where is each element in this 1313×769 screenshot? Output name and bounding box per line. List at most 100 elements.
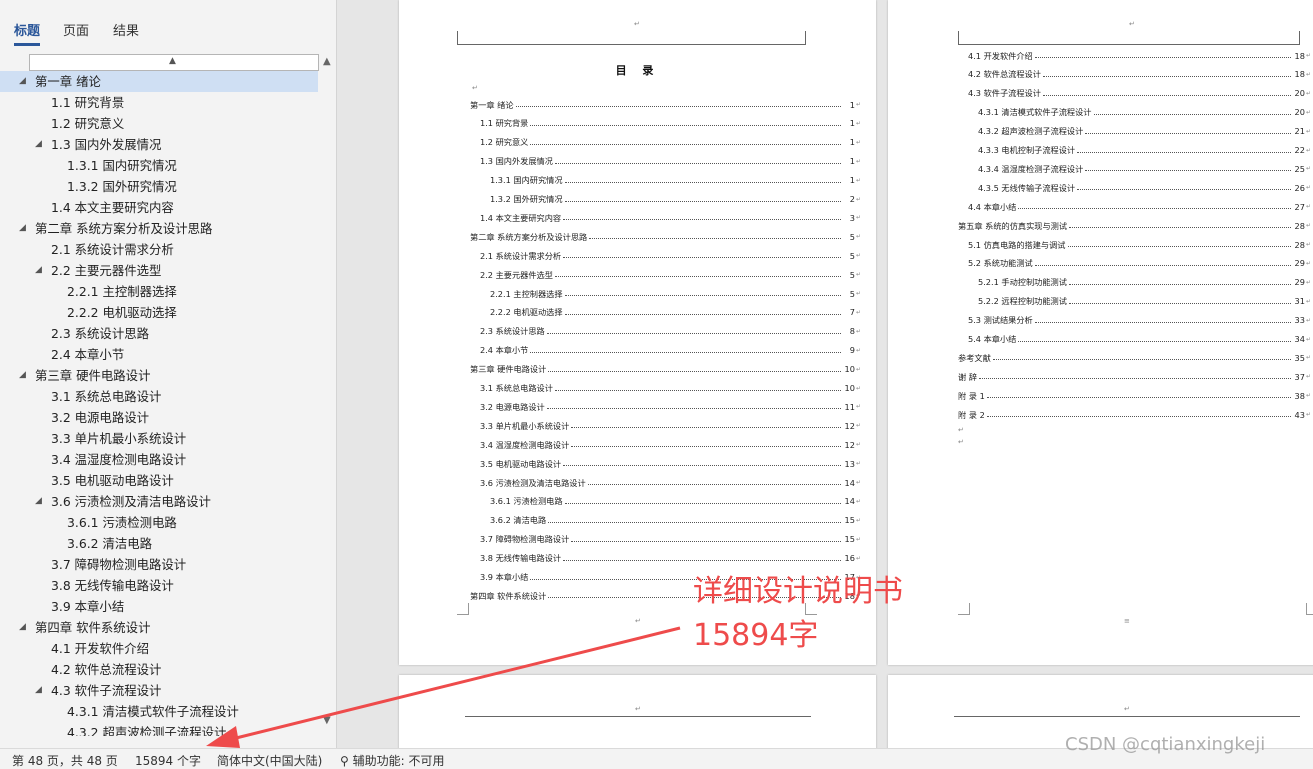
toc-entry[interactable]: 1.3 国内外发展情况 1 ↵ xyxy=(480,152,861,171)
toc-entry[interactable]: 1.1 研究背景 1 ↵ xyxy=(480,114,861,133)
word-count[interactable]: 15894 个字 xyxy=(135,752,201,769)
toc-entry[interactable]: 1.2 研究意义 1 ↵ xyxy=(480,133,861,152)
toc-entry[interactable]: 第二章 系统方案分析及设计思路 5 ↵ xyxy=(470,227,861,246)
expand-arrow-icon[interactable]: ◢ xyxy=(35,134,42,155)
toc-entry[interactable]: 3.4 温湿度检测电路设计 12 ↵ xyxy=(480,435,861,454)
nav-heading-item[interactable]: 4.1 开发软件介绍 xyxy=(0,638,320,659)
nav-heading-item[interactable]: 3.9 本章小结 xyxy=(0,596,320,617)
nav-heading-item[interactable]: ◢ 第一章 绪论 xyxy=(0,71,318,92)
toc-entry[interactable]: 4.3.5 无线传输子流程设计 26 ↵ xyxy=(978,178,1311,197)
nav-heading-item[interactable]: 1.4 本文主要研究内容 xyxy=(0,197,320,218)
toc-entry[interactable]: 3.5 电机驱动电路设计 13 ↵ xyxy=(480,454,861,473)
nav-heading-item[interactable]: 2.1 系统设计需求分析 xyxy=(0,239,320,260)
nav-heading-item[interactable]: ◢ 第二章 系统方案分析及设计思路 xyxy=(0,218,320,239)
toc-entry[interactable]: 3.1 系统总电路设计 10 ↵ xyxy=(480,379,861,398)
nav-heading-item[interactable]: 1.3.1 国内研究情况 xyxy=(0,155,320,176)
collapse-all-button[interactable]: ▲ xyxy=(29,54,319,71)
toc-entry[interactable]: 第三章 硬件电路设计 10 ↵ xyxy=(470,360,861,379)
expand-arrow-icon[interactable]: ◢ xyxy=(35,491,42,512)
toc-entry[interactable]: 4.3.1 清洁模式软件子流程设计 20 ↵ xyxy=(978,103,1311,122)
accessibility-status[interactable]: ⚲ 辅助功能: 不可用 xyxy=(340,752,444,769)
nav-heading-item[interactable]: 3.6.1 污渍检测电路 xyxy=(0,512,320,533)
nav-heading-item[interactable]: ◢ 第四章 软件系统设计 xyxy=(0,617,320,638)
toc-entry[interactable]: 2.4 本章小节 9 ↵ xyxy=(480,341,861,360)
toc-entry[interactable]: 4.3.3 电机控制子流程设计 22 ↵ xyxy=(978,141,1311,160)
nav-heading-item[interactable]: ◢ 4.3 软件子流程设计 xyxy=(0,680,320,701)
toc-entry[interactable]: 5.1 仿真电路的搭建与调试 28 ↵ xyxy=(968,235,1311,254)
toc-entry[interactable]: 5.2.2 远程控制功能测试 31 ↵ xyxy=(978,292,1311,311)
scroll-down-icon[interactable]: ▼ xyxy=(323,715,331,726)
nav-heading-item[interactable]: 3.1 系统总电路设计 xyxy=(0,386,320,407)
nav-heading-item[interactable]: 3.3 单片机最小系统设计 xyxy=(0,428,320,449)
toc-entry[interactable]: 3.7 障碍物检测电路设计 15 ↵ xyxy=(480,530,861,549)
toc-entry[interactable]: 2.1 系统设计需求分析 5 ↵ xyxy=(480,246,861,265)
toc-entry[interactable]: 第一章 绪论 1 ↵ xyxy=(470,95,861,114)
expand-arrow-icon[interactable]: ◢ xyxy=(19,617,26,638)
nav-heading-item[interactable]: ◢ 3.6 污渍检测及清洁电路设计 xyxy=(0,491,320,512)
toc-entry[interactable]: 附 录 2 43 ↵ xyxy=(958,405,1311,424)
toc-entry[interactable]: 1.4 本文主要研究内容 3 ↵ xyxy=(480,208,861,227)
toc-entry[interactable]: 4.3 软件子流程设计 20 ↵ xyxy=(968,84,1311,103)
page-toc-2[interactable]: ↵ 4.1 开发软件介绍 18 ↵ 4.2 软件总流程设计 18 ↵ 4.3 软件子流程设计… xyxy=(888,0,1313,665)
toc-entry[interactable]: 3.2 电源电路设计 11 ↵ xyxy=(480,397,861,416)
tab-pages[interactable]: 页面 xyxy=(63,20,89,39)
toc-entry[interactable]: 3.3 单片机最小系统设计 12 ↵ xyxy=(480,416,861,435)
nav-heading-item[interactable]: 2.2.1 主控制器选择 xyxy=(0,281,320,302)
nav-heading-item[interactable]: 3.8 无线传输电路设计 xyxy=(0,575,320,596)
toc-entry[interactable]: 4.3.2 超声波检测子流程设计 21 ↵ xyxy=(978,122,1311,141)
toc-entry[interactable]: 3.6.2 清洁电路 15 ↵ xyxy=(490,511,861,530)
expand-arrow-icon[interactable]: ◢ xyxy=(19,218,26,239)
toc-entry[interactable]: 1.3.2 国外研究情况 2 ↵ xyxy=(490,190,861,209)
toc-entry[interactable]: 4.1 开发软件介绍 18 ↵ xyxy=(968,46,1311,65)
toc-entry[interactable]: 3.8 无线传输电路设计 16 ↵ xyxy=(480,549,861,568)
toc-entry[interactable]: 谢 辞 37 ↵ xyxy=(958,367,1311,386)
nav-heading-item[interactable]: 4.3.1 清洁模式软件子流程设计 xyxy=(0,701,320,722)
nav-heading-item[interactable]: 3.4 温湿度检测电路设计 xyxy=(0,449,320,470)
language-indicator[interactable]: 简体中文(中国大陆) xyxy=(217,752,322,769)
expand-arrow-icon[interactable]: ◢ xyxy=(35,680,42,701)
nav-heading-item[interactable]: 1.2 研究意义 xyxy=(0,113,320,134)
nav-heading-item[interactable]: 2.4 本章小节 xyxy=(0,344,320,365)
toc-entry[interactable]: 5.2.1 手动控制功能测试 29 ↵ xyxy=(978,273,1311,292)
nav-heading-item[interactable]: 3.2 电源电路设计 xyxy=(0,407,320,428)
toc-entry[interactable]: 3.6 污渍检测及清洁电路设计 14 ↵ xyxy=(480,473,861,492)
toc-entry[interactable]: 4.3.4 温湿度检测子流程设计 25 ↵ xyxy=(978,159,1311,178)
nav-heading-item[interactable]: ◢ 1.3 国内外发展情况 xyxy=(0,134,320,155)
nav-heading-item[interactable]: 1.3.2 国外研究情况 xyxy=(0,176,320,197)
toc-entry[interactable]: 1.3.1 国内研究情况 1 ↵ xyxy=(490,171,861,190)
nav-heading-item[interactable]: 2.3 系统设计思路 xyxy=(0,323,320,344)
toc-entry[interactable]: 参考文献 35 ↵ xyxy=(958,348,1311,367)
toc-entry[interactable]: 2.2.2 电机驱动选择 7 ↵ xyxy=(490,303,861,322)
nav-heading-item[interactable]: ◢ 2.2 主要元器件选型 xyxy=(0,260,320,281)
expand-arrow-icon[interactable]: ◢ xyxy=(19,365,26,386)
nav-heading-item[interactable]: ◢ 第三章 硬件电路设计 xyxy=(0,365,320,386)
toc-entry[interactable]: 5.2 系统功能测试 29 ↵ xyxy=(968,254,1311,273)
nav-heading-item[interactable]: 2.2.2 电机驱动选择 xyxy=(0,302,320,323)
document-area[interactable]: ↵ 目 录 ↵ 第一章 绪论 1 ↵ 1.1 研究背景 1 ↵ 1.2 研究意义 1 ↵ 1.3 … xyxy=(349,0,1313,748)
expand-arrow-icon[interactable]: ◢ xyxy=(35,260,42,281)
toc-entry[interactable]: 3.6.1 污渍检测电路 14 ↵ xyxy=(490,492,861,511)
expand-arrow-icon[interactable]: ◢ xyxy=(19,71,26,92)
toc-entry[interactable]: 2.2 主要元器件选型 5 ↵ xyxy=(480,265,861,284)
tab-headings[interactable]: 标题 xyxy=(14,20,41,46)
tab-results[interactable]: 结果 xyxy=(113,20,139,39)
toc-entry-title: 3.2 电源电路设计 xyxy=(480,401,545,412)
toc-entry[interactable]: 2.3 系统设计思路 8 ↵ xyxy=(480,322,861,341)
nav-scrollbar[interactable]: ▲ ▼ xyxy=(320,54,335,734)
nav-heading-item[interactable]: 4.3.2 超声波检测子流程设计 xyxy=(0,722,320,736)
toc-entry[interactable]: 4.4 本章小结 27 ↵ xyxy=(968,197,1311,216)
toc-entry[interactable]: 5.4 本章小结 34 ↵ xyxy=(968,330,1311,349)
toc-entry[interactable]: 附 录 1 38 ↵ xyxy=(958,386,1311,405)
nav-heading-item[interactable]: 3.7 障碍物检测电路设计 xyxy=(0,554,320,575)
page-count[interactable]: 第 48 页，共 48 页 xyxy=(12,752,118,769)
scroll-up-icon[interactable]: ▲ xyxy=(323,56,331,67)
nav-heading-item[interactable]: 3.6.2 清洁电路 xyxy=(0,533,320,554)
toc-entry[interactable]: 4.2 软件总流程设计 18 ↵ xyxy=(968,65,1311,84)
page-3[interactable]: ↵ xyxy=(399,675,876,748)
nav-heading-item[interactable]: 4.2 软件总流程设计 xyxy=(0,659,320,680)
toc-entry[interactable]: 5.3 测试结果分析 33 ↵ xyxy=(968,311,1311,330)
nav-heading-item[interactable]: 3.5 电机驱动电路设计 xyxy=(0,470,320,491)
toc-entry[interactable]: 2.2.1 主控制器选择 5 ↵ xyxy=(490,284,861,303)
nav-heading-item[interactable]: 1.1 研究背景 xyxy=(0,92,320,113)
toc-entry[interactable]: 第五章 系统的仿真实现与测试 28 ↵ xyxy=(958,216,1311,235)
